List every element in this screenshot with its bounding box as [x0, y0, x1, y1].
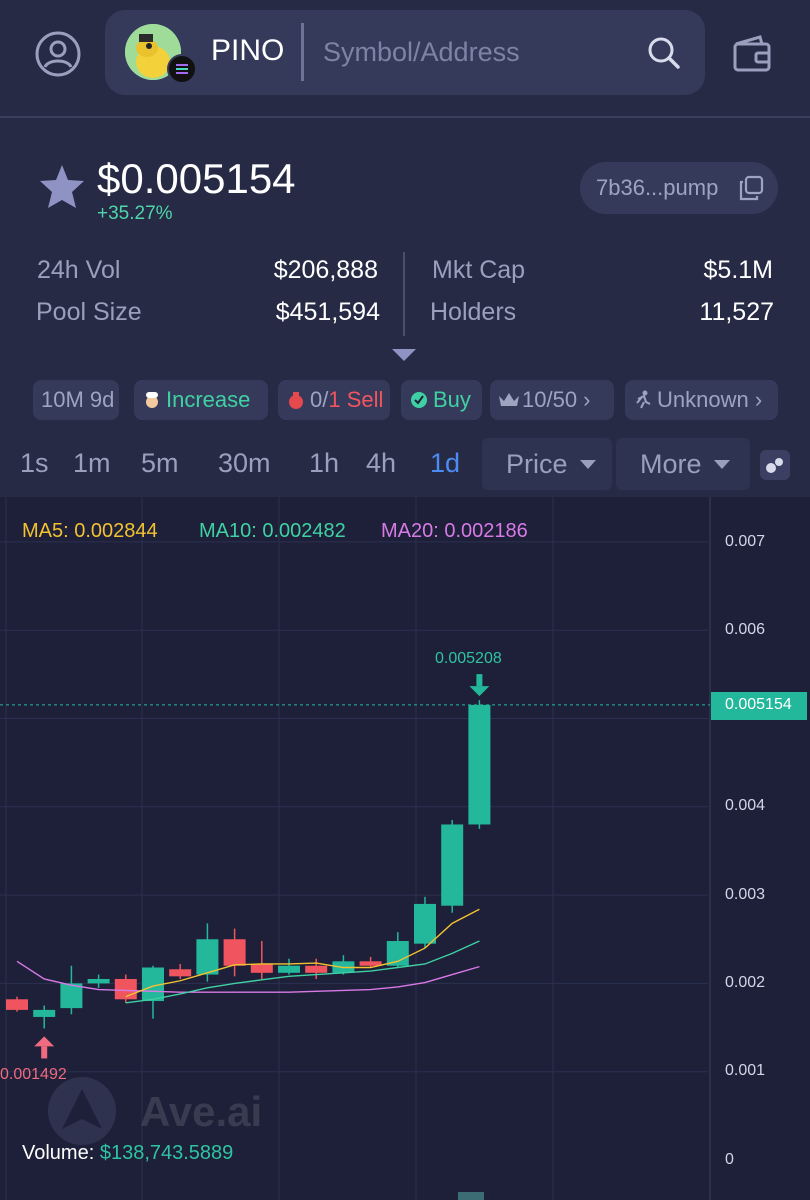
copy-icon — [738, 175, 764, 201]
ma5-label: MA5: 0.002844 — [22, 520, 158, 542]
vol-value: $206,888 — [273, 256, 378, 284]
expand-chevron-icon[interactable] — [391, 348, 417, 362]
solana-badge-icon — [167, 54, 197, 84]
tab-5m[interactable]: 5m — [141, 448, 179, 479]
mcap-value: $5.1M — [703, 256, 773, 284]
tab-4h[interactable]: 4h — [366, 448, 396, 479]
token-name: PINO — [211, 34, 285, 67]
candle-body — [468, 704, 491, 825]
tag-sell-count: 0/ — [310, 387, 329, 412]
ma20-label: MA20: 0.002186 — [381, 520, 528, 542]
holders-value: 11,527 — [699, 298, 774, 326]
tab-1h[interactable]: 1h — [309, 448, 339, 479]
tag-buy-label: Buy — [433, 387, 471, 412]
price-dropdown-label: Price — [506, 448, 568, 479]
tab-30m[interactable]: 30m — [218, 448, 271, 479]
contract-address-button[interactable]: 7b36...pump — [580, 162, 778, 214]
tag-increase[interactable]: Increase — [134, 380, 268, 420]
watermark-text: Ave.ai — [140, 1088, 263, 1135]
tag-age[interactable]: 10M 9d — [33, 380, 119, 420]
volume-label: Volume: — [22, 1142, 100, 1164]
crown-icon — [498, 390, 519, 410]
tag-sell-label: 1 Sell — [328, 387, 384, 412]
current-price: $0.005154 — [97, 155, 296, 202]
tag-top-label: 10/50 › — [522, 387, 591, 412]
vol-label: 24h Vol — [37, 256, 121, 284]
tag-sell[interactable]: 0/1 Sell — [278, 380, 390, 420]
volume-value: $138,743.5889 — [99, 1142, 234, 1164]
y-tick-0003: 0.003 — [725, 886, 766, 903]
indicator-settings-icon[interactable] — [760, 450, 790, 480]
stats-divider — [403, 252, 405, 336]
tag-age-label: 10M 9d — [41, 387, 115, 412]
volume-readout: Volume: $138,743.5889 — [22, 1142, 233, 1165]
more-dropdown-label: More — [640, 448, 702, 479]
y-tick-0: 0 — [725, 1151, 734, 1168]
ma10-label: MA10: 0.002482 — [199, 520, 346, 542]
candle-body — [414, 903, 436, 944]
price-change: +35.27% — [97, 203, 173, 224]
tag-buy[interactable]: Buy — [401, 380, 482, 420]
tag-increase-label: Increase — [166, 387, 251, 412]
candle-body — [169, 969, 192, 977]
chef-icon — [142, 390, 162, 410]
wallet-icon[interactable] — [730, 32, 774, 76]
high-arrow-icon — [469, 686, 490, 697]
mcap-label: Mkt Cap — [432, 256, 526, 284]
y-tick-0001: 0.001 — [725, 1062, 766, 1079]
running-icon — [633, 390, 653, 410]
tag-dev-status[interactable]: Unknown › — [625, 380, 778, 420]
tab-1m[interactable]: 1m — [73, 448, 111, 479]
holders-label: Holders — [430, 298, 517, 326]
candle-body — [196, 939, 219, 975]
search-icon[interactable] — [645, 34, 683, 72]
pool-label: Pool Size — [36, 298, 142, 326]
tab-1d[interactable]: 1d — [430, 448, 460, 479]
low-arrow-icon — [34, 1036, 55, 1047]
volume-bar — [458, 1192, 484, 1200]
candle-body — [6, 999, 28, 1010]
contract-address: 7b36...pump — [596, 175, 719, 200]
candle-body — [33, 1009, 56, 1017]
y-tick-0006: 0.006 — [725, 621, 766, 638]
candle-body — [305, 965, 328, 973]
candle-body — [441, 824, 464, 906]
tag-top-holders[interactable]: 10/50 › — [490, 380, 614, 420]
tab-1s[interactable]: 1s — [20, 448, 49, 479]
y-tick-0004: 0.004 — [725, 797, 766, 814]
chevron-down-icon — [579, 459, 596, 469]
price-dropdown[interactable]: Price — [482, 438, 612, 490]
search-input[interactable] — [323, 30, 633, 74]
candle-body — [278, 965, 300, 973]
low-arrow-stem — [41, 1046, 48, 1059]
more-dropdown[interactable]: More — [616, 438, 750, 490]
y-tick-0002: 0.002 — [725, 974, 766, 991]
buy-icon — [409, 390, 429, 410]
search-box[interactable]: PINO — [105, 10, 705, 95]
search-divider — [301, 23, 304, 81]
money-bag-icon — [286, 390, 306, 410]
y-tick-0007: 0.007 — [725, 533, 766, 550]
pool-value: $451,594 — [275, 298, 380, 326]
candle-body — [87, 978, 110, 984]
chevron-down-icon — [713, 459, 730, 469]
current-price-tag: 0.005154 — [711, 692, 807, 720]
favorite-star-icon[interactable] — [37, 162, 87, 212]
candle-body — [223, 939, 246, 966]
candle-body — [250, 963, 273, 973]
high-price-label: 0.005208 — [435, 650, 502, 667]
tag-unknown-label: Unknown › — [657, 387, 763, 412]
top-bar: PINO — [0, 0, 810, 118]
high-arrow-stem — [476, 674, 483, 687]
profile-icon[interactable] — [34, 30, 82, 78]
